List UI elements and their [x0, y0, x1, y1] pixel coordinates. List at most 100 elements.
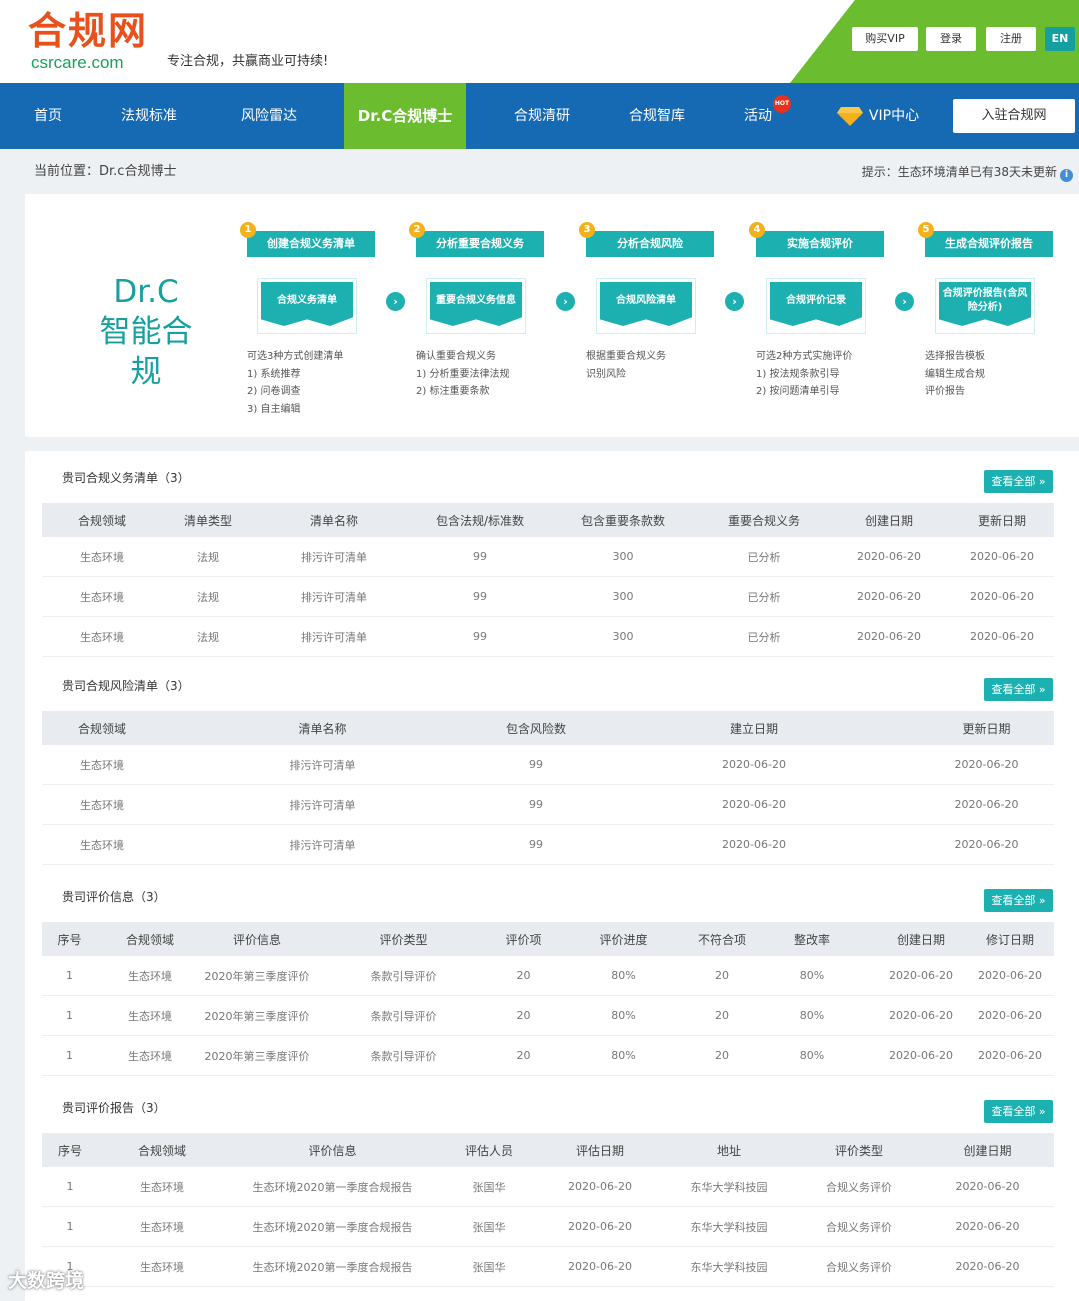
nav-vip-center[interactable]: VIP中心 [828, 83, 928, 149]
table-row[interactable]: 1 生态环境 生态环境2020第一季度合规报告 张国华 2020-06-20 东华大学科技… [42, 1247, 1054, 1287]
logo-domain: csrcare.com [31, 53, 124, 72]
join-button[interactable]: 入驻合规网 [953, 99, 1075, 133]
table-cell: 已分析 [747, 590, 781, 604]
table-cell: 东华大学科技园 [690, 1220, 768, 1234]
flow-step-desc-line: 识别风险 [586, 368, 626, 380]
table-cell: 生态环境 [80, 590, 124, 604]
table-cell: 合规义务评价 [826, 1260, 892, 1274]
reports-view-all-button[interactable]: 查看全部 » [984, 1100, 1053, 1123]
table-row[interactable]: 1 生态环境 生态环境2020第一季度合规报告 张国华 2020-06-20 东华大学科技… [42, 1167, 1054, 1207]
logo[interactable]: 合规网 [28, 8, 148, 54]
table-cell: 20 [715, 969, 729, 982]
obligations-title: 贵司合规义务清单（3） [62, 471, 190, 485]
reports-title: 贵司评价报告（3） [62, 1101, 166, 1115]
obligations-table: 合规领域 清单类型 清单名称 包含法规/标准数 包含重要条款数 重要合规义务 创建日期 更新日… [42, 503, 1054, 657]
column-header: 评价信息 [232, 932, 281, 947]
nav-research[interactable]: 合规清研 [497, 83, 587, 149]
table-row[interactable]: 生态环境 排污许可清单 99 2020-06-20 2020-06-20 [42, 825, 1054, 865]
diamond-icon [836, 107, 863, 126]
evaluations-view-all-button[interactable]: 查看全部 » [984, 889, 1053, 912]
column-header: 清单名称 [309, 513, 358, 528]
table-cell: 2020-06-20 [955, 1180, 1020, 1193]
table-cell: 生态环境2020第一季度合规报告 [252, 1260, 413, 1274]
column-header: 合规领域 [125, 932, 174, 947]
flow-step-desc-line: 编辑生成合规 [925, 368, 985, 380]
table-row[interactable]: 生态环境 排污许可清单 99 2020-06-20 2020-06-20 [42, 785, 1054, 825]
table-cell: 2020-06-20 [970, 630, 1034, 643]
table-cell: 20 [516, 1009, 531, 1022]
table-cell: 条款引导评价 [370, 969, 437, 983]
table-cell: 东华大学科技园 [690, 1180, 768, 1194]
flow-arrow-icon: › [386, 292, 405, 311]
risks-title: 贵司合规风险清单（3） [62, 679, 190, 693]
flow-step-1: 创建合规义务清单 1 合规义务清单 可选3种方式创建清单 1) 系统推荐 2) 问卷调查 3… [240, 194, 375, 434]
obligations-view-all-button[interactable]: 查看全部 » [984, 470, 1053, 493]
table-cell: 99 [529, 838, 543, 851]
table-cell: 2020-06-20 [568, 1180, 632, 1193]
table-row[interactable]: 1 生态环境 2020年第三季度评价 条款引导评价 20 80% 20 80% 2020-06-… [42, 956, 1054, 996]
flow-step-desc-line: 2) 问卷调查 [247, 386, 301, 397]
flow-step-description: 可选3种方式创建清单 1) 系统推荐 2) 问卷调查 3) 自主编辑 [247, 348, 375, 418]
flow-step-desc-line: 可选2种方式实施评价 [756, 351, 853, 362]
table-cell: 生态环境 [80, 758, 124, 772]
table-cell: 已分析 [747, 550, 781, 564]
table-cell: 80% [611, 969, 636, 982]
table-cell: 排污许可清单 [301, 630, 367, 644]
flow-step-desc-line: 1) 系统推荐 [247, 368, 301, 380]
risks-view-all-button[interactable]: 查看全部 » [984, 678, 1053, 701]
table-cell: 1 [66, 1049, 73, 1062]
table-cell: 99 [473, 550, 487, 563]
table-cell: 2020-06-20 [978, 1049, 1042, 1062]
table-cell: 2020-06-20 [978, 1009, 1042, 1022]
table-cell: 2020-06-20 [857, 550, 921, 563]
table-row[interactable]: 1 生态环境 生态环境2020第一季度合规报告 张国华 2020-06-20 东华大学科技… [42, 1207, 1054, 1247]
table-cell: 生态环境 [80, 550, 124, 564]
language-en-button[interactable]: EN [1045, 27, 1075, 51]
slogan: 专注合规，共赢商业可持续! [167, 54, 329, 69]
table-cell: 排污许可清单 [301, 550, 367, 564]
table-row[interactable]: 生态环境 法规 排污许可清单 99 300 已分析 2020-06-20 2020-06-20 [42, 617, 1054, 657]
flow-step-desc-line: 评价报告 [925, 386, 965, 397]
column-header: 评估人员 [464, 1143, 513, 1158]
nav-risk-radar[interactable]: 风险雷达 [224, 83, 314, 149]
flow-step-document: 合规义务清单 [257, 278, 357, 334]
table-row[interactable]: 生态环境 法规 排污许可清单 99 300 已分析 2020-06-20 2020-06-20 [42, 577, 1054, 617]
nav-events[interactable]: 活动 HOT [735, 83, 791, 149]
flow-step-number: 3 [579, 222, 595, 238]
risks-table: 合规领域 清单名称 包含风险数 建立日期 更新日期 生态环境 排污许可清单 99 2020-06… [42, 711, 1054, 865]
table-cell: 2020-06-20 [568, 1260, 632, 1273]
buy-vip-button[interactable]: 购买VIP [852, 27, 918, 51]
info-icon[interactable]: i [1060, 169, 1073, 182]
nav-regulations[interactable]: 法规标准 [104, 83, 194, 149]
flow-step-desc-line: 2) 按问题清单引导 [756, 386, 840, 397]
table-row[interactable]: 1 生态环境 2020年第三季度评价 条款引导评价 20 80% 20 80% 2020-06-… [42, 996, 1054, 1036]
table-cell: 2020-06-20 [568, 1220, 632, 1233]
column-header: 创建日期 [896, 932, 945, 947]
table-cell: 生态环境2020第一季度合规报告 [252, 1180, 413, 1194]
nav-home[interactable]: 首页 [14, 83, 82, 149]
table-row[interactable]: 1 生态环境 2020年第三季度评价 条款引导评价 20 80% 20 80% 2020-06-… [42, 1036, 1054, 1076]
register-button[interactable]: 注册 [986, 27, 1036, 51]
table-cell: 法规 [197, 550, 219, 564]
table-cell: 80% [799, 1049, 825, 1062]
nav-dr-c[interactable]: Dr.C合规博士 [344, 83, 466, 149]
table-cell: 2020-06-20 [955, 1260, 1020, 1273]
login-button[interactable]: 登录 [926, 27, 976, 51]
table-cell: 300 [612, 630, 634, 643]
main-nav: 首页 法规标准 风险雷达 Dr.C合规博士 合规清研 合规智库 活动 HOT V… [0, 83, 1079, 149]
flow-step-title: 实施合规评价 [756, 231, 884, 257]
table-row[interactable]: 生态环境 排污许可清单 99 2020-06-20 2020-06-20 [42, 745, 1054, 785]
column-header: 包含重要条款数 [580, 513, 665, 528]
table-cell: 99 [473, 630, 487, 643]
table-cell: 2020-06-20 [722, 838, 786, 851]
nav-think-tank[interactable]: 合规智库 [612, 83, 702, 149]
column-header: 合规领域 [137, 1143, 186, 1158]
table-row[interactable]: 生态环境 法规 排污许可清单 99 300 已分析 2020-06-20 2020-06-20 [42, 537, 1054, 577]
table-cell: 2020-06-20 [889, 1009, 953, 1022]
table-cell: 2020-06-20 [954, 798, 1019, 811]
update-tip-text: 提示：生态环境清单已有38天未更新 [861, 165, 1057, 179]
table-cell: 2020年第三季度评价 [204, 969, 310, 983]
column-header: 清单类型 [183, 513, 232, 528]
flow-step-5: 生成合规评价报告 5 合规评价报告(含风险分析) 选择报告模板 编辑生成合规 评价报告 [918, 194, 1053, 434]
table-cell: 80% [611, 1049, 636, 1062]
